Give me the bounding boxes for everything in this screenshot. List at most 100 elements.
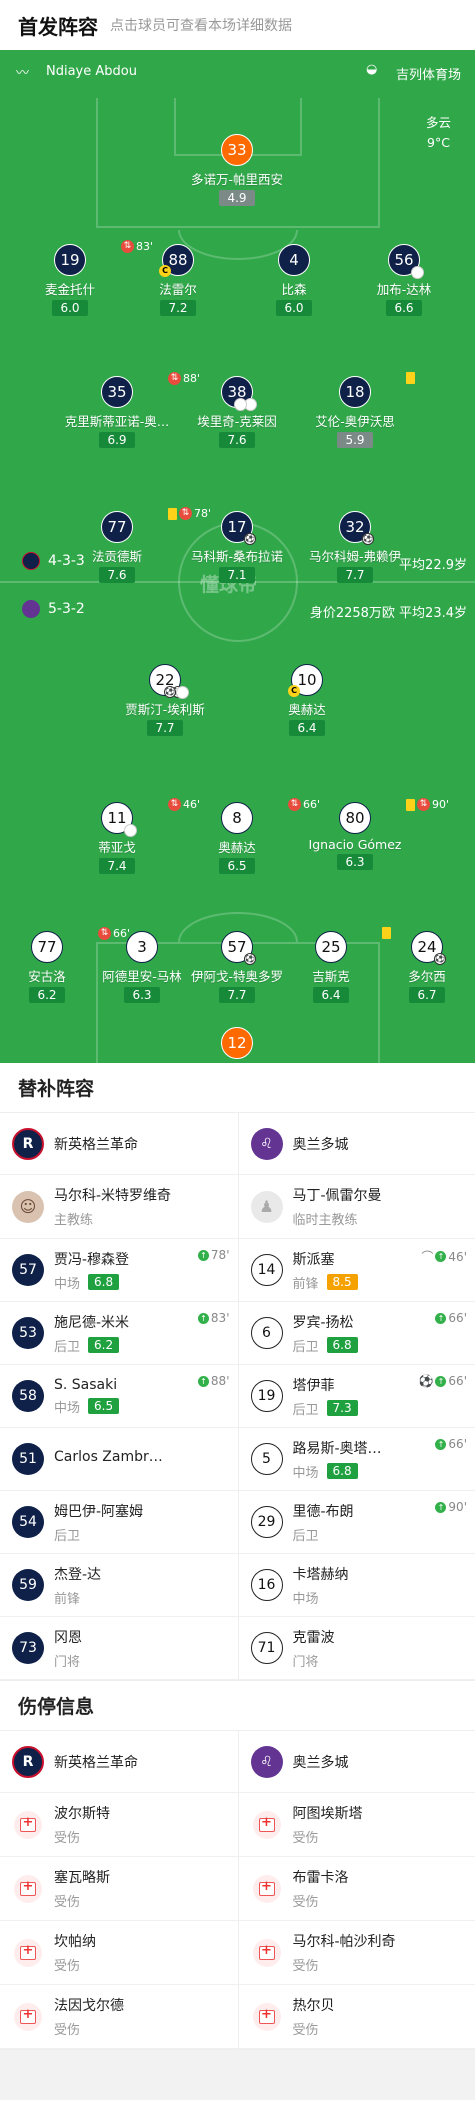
sub-player-row[interactable]: 19 塔伊菲 后卫 7.3 ⚽ ↑ 66' [238,1365,475,1428]
injury-row[interactable]: 阿图埃斯塔受伤 [238,1793,475,1857]
player-21[interactable]: 12哈维尔-奥特罗6.3 [177,1027,297,1063]
jersey-number: 24⚽⇅66' [411,931,446,965]
player-1[interactable]: 19 ⇅ 83' 麦金托什 6.0 [10,240,153,316]
player-meta: 后卫 6.2 [54,1336,129,1355]
yellow-card-icon [406,798,415,811]
injury-row[interactable]: 波尔斯特受伤 [0,1793,238,1857]
jersey-number: 4 [278,244,310,276]
player-name: 法雷尔 [159,282,197,297]
player-3[interactable]: 4 比森 6.0 [234,244,354,316]
player-5[interactable]: 35 ⇅ 88' 克里斯蒂亚诺-奥… 6.9 [57,372,200,448]
sub-player-row[interactable]: 73 冈恩 门将 [0,1617,238,1680]
jersey-number: 17 ⚽ [221,511,256,545]
player-6[interactable]: 38 埃里奇-克莱因 7.6 [177,376,297,448]
home-coach-row[interactable]: ☺ 马尔科-米特罗维奇 主教练 [0,1175,238,1239]
sub-player-row[interactable]: 5 路易斯-奥塔… 中场 6.8 ↑ 66' [238,1428,475,1491]
injury-row[interactable]: 法因戈尔德受伤 [0,1985,238,2049]
player-name: 卡塔赫纳 [292,1566,349,1583]
player-0[interactable]: 33 多诺万-帕里西安 4.9 [177,134,297,206]
jersey-number: 33 [221,134,253,166]
player-8[interactable]: 77 ⇅ 78' 法贡德斯 7.6 [57,507,211,583]
goal-ball-icon: ⚽ [244,533,256,545]
injury-row[interactable]: 塞瓦略斯受伤 [0,1857,238,1921]
home-team-logo: R [12,1127,44,1160]
goal-ball-icon: ⚽ [434,953,446,965]
player-rating: 8.5 [326,1274,358,1290]
medical-kit-icon [252,1874,281,1903]
jersey-number: 25 [315,927,391,963]
injury-row[interactable]: 坎帕纳受伤 [0,1921,238,1985]
home-team-row[interactable]: R 新英格兰革命 [0,1113,238,1175]
player-13[interactable]: 11 ⇅ 46' 蒂亚戈 7.4 [57,798,200,874]
injury-row[interactable]: 热尔贝受伤 [238,1985,475,2049]
player-meta: 中场 6.8 [54,1273,129,1292]
player-7[interactable]: 18 艾伦-奥伊沃思 5.9 [295,372,415,448]
player-rating: 7.2 [160,300,196,316]
player-name: 马尔科姆-弗赖伊 [308,549,401,564]
sub-minute: 88' [210,1374,230,1388]
coach-avatar: ☺ [12,1190,44,1223]
lineup-header: 首发阵容 点击球员可查看本场详细数据 [0,0,475,50]
jersey-number: 8 ⇅ 66' [221,798,320,834]
injuries-section-title: 伤停信息 [0,1681,475,1731]
medical-kit-icon [14,1874,42,1903]
player-position: 前锋 [292,1276,319,1292]
venue-name: 吉列体育场 [396,68,462,83]
goal-ball-icon: ⚽ [164,686,176,698]
away-team-row[interactable]: ♌ 奥兰多城 [238,1731,475,1793]
player-rating: 6.8 [88,1274,120,1290]
injury-row[interactable]: 马尔科-帕沙利奇受伤 [238,1921,475,1985]
sub-event: ↑ 88' [197,1374,230,1388]
away-team-row[interactable]: ♌ 奥兰多城 [238,1113,475,1175]
weather-label: 多云 [426,115,452,130]
player-20[interactable]: 24⚽⇅66' 多尔西 6.7 [367,931,475,1003]
sub-player-row[interactable]: 54 姆巴伊-阿塞姆 后卫 [0,1491,238,1554]
player-name: 施尼德-米米 [54,1314,130,1331]
player-rating: 6.3 [337,854,373,870]
whistle-icon: 〰 [16,66,30,81]
player-rating: 6.9 [99,432,135,448]
player-name: 阿图埃斯塔 [292,1806,363,1822]
jersey-number: 59 [12,1569,44,1601]
sub-player-row[interactable]: 59 杰登-达 前锋 [0,1554,238,1617]
player-position: 中场 [292,1465,319,1481]
player-rating: 6.6 [386,300,422,316]
player-rating: 4.9 [219,190,255,206]
player-position: 门将 [54,1654,81,1670]
player-11[interactable]: 22⚽⚽ 贾斯汀-埃利斯 7.7 [105,664,225,736]
injury-row[interactable]: 布雷卡洛受伤 [238,1857,475,1921]
player-name: 多尔西 [408,969,446,984]
home-team-logo [22,552,40,570]
jersey-number: 6 [250,1317,283,1349]
player-9[interactable]: 17 ⚽ 马科斯-桑布拉诺 7.1 [177,511,297,583]
sub-player-row[interactable]: 29 里德-布朗 后卫 ↑ 90' [238,1491,475,1554]
player-14[interactable]: 8 ⇅ 66' 奥赫达 6.5 [177,798,320,874]
sub-player-row[interactable]: 57 贾冯-穆森登 中场 6.8 ↑ 78' [0,1239,238,1302]
player-position: 后卫 [54,1528,81,1544]
sub-player-row[interactable]: 6 罗宾-扬松 后卫 6.8 ↑ 66' [238,1302,475,1365]
sub-player-row[interactable]: 16 卡塔赫纳 中场 [238,1554,475,1617]
sub-minute: 90' [448,1500,467,1514]
player-10[interactable]: 32 ⚽ 马尔科姆-弗赖伊 7.7 [295,511,415,583]
sub-player-row[interactable]: 14 斯派塞 前锋 8.5 ⌒ ↑ 46' [238,1239,475,1302]
sub-player-row[interactable]: 53 施尼德-米米 后卫 6.2 ↑ 83' [0,1302,238,1365]
player-rating: 7.6 [99,567,135,583]
jersey-number: 10 C [288,664,323,697]
away-coach-row[interactable]: ♟ 马丁-佩雷尔曼 临时主教练 [238,1175,475,1239]
sub-player-row[interactable]: 51 Carlos Zambr… [0,1428,238,1491]
player-4[interactable]: 56 加布-达林 6.6 [344,244,464,316]
coach-avatar: ♟ [250,1190,283,1223]
player-15[interactable]: 80 ⇅ 90' Ignacio Gómez 6.3 [295,798,449,870]
player-rating: 6.2 [88,1337,120,1353]
yellow-card [406,372,417,384]
player-12[interactable]: 10 C 奥赫达 6.4 [247,664,367,736]
home-team-row[interactable]: R 新英格兰革命 [0,1731,238,1793]
player-2[interactable]: 88 C 法雷尔 7.2 [118,244,238,316]
event-minute: ⇅ 90' [406,798,449,811]
assist-boot-icon [411,266,424,279]
sub-player-row[interactable]: 71 克雷波 门将 [238,1617,475,1680]
yellow-card-icon [406,372,415,384]
sub-player-row[interactable]: 58 S. Sasaki 中场 6.5 ↑ 88' [0,1365,238,1428]
player-name: 斯派塞 [292,1251,335,1268]
coach-role: 主教练 [54,1213,94,1228]
